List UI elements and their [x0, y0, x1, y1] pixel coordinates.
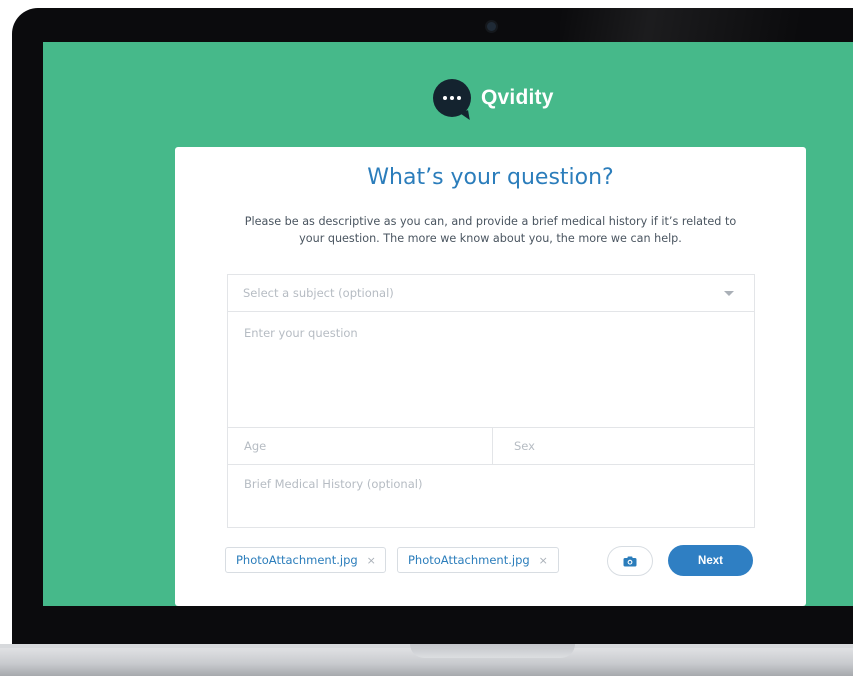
question-card: What’s your question? Please be as descr…: [175, 147, 806, 606]
question-textarea[interactable]: Enter your question: [228, 312, 754, 428]
brand-name: Qvidity: [481, 86, 554, 109]
attachment-chip[interactable]: PhotoAttachment.jpg ×: [225, 547, 386, 573]
webcam-icon: [487, 22, 496, 31]
age-input[interactable]: Age: [228, 428, 493, 464]
close-icon[interactable]: ×: [367, 554, 376, 567]
question-placeholder: Enter your question: [244, 326, 358, 340]
history-placeholder: Brief Medical History (optional): [244, 477, 423, 491]
next-button[interactable]: Next: [668, 545, 753, 576]
page-description: Please be as descriptive as you can, and…: [244, 215, 737, 245]
medical-history-textarea[interactable]: Brief Medical History (optional): [228, 465, 754, 527]
age-placeholder: Age: [244, 439, 267, 453]
question-form: Select a subject (optional) Enter your q…: [227, 274, 755, 528]
add-photo-button[interactable]: [607, 546, 653, 576]
attachment-chip[interactable]: PhotoAttachment.jpg ×: [397, 547, 559, 573]
sex-input[interactable]: Sex: [493, 428, 754, 464]
close-icon[interactable]: ×: [539, 554, 548, 567]
subject-select-placeholder: Select a subject (optional): [243, 286, 394, 300]
laptop-opening-notch: [410, 644, 575, 658]
age-sex-row: Age Sex: [228, 428, 754, 465]
app-screen: Qvidity What’s your question? Please be …: [43, 42, 853, 606]
chat-bubble-dots-icon: [433, 79, 471, 117]
attachment-filename: PhotoAttachment.jpg: [236, 553, 358, 567]
brand-logo: Qvidity: [433, 78, 554, 118]
subject-select[interactable]: Select a subject (optional): [228, 275, 754, 312]
sex-placeholder: Sex: [514, 439, 535, 453]
page-title: What’s your question?: [367, 165, 614, 190]
attachment-filename: PhotoAttachment.jpg: [408, 553, 530, 567]
camera-icon: [623, 556, 637, 566]
chevron-down-icon[interactable]: [724, 291, 734, 296]
